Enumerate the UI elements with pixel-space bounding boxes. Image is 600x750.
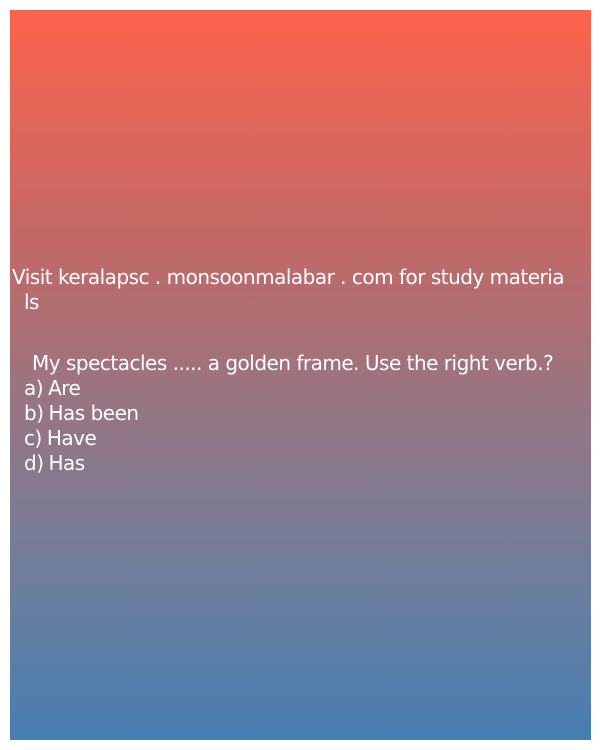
option-c[interactable]: c) Have <box>24 426 139 451</box>
answer-options: a) Are b) Has been c) Have d) Has <box>24 376 139 476</box>
option-d-label: d) <box>24 451 44 475</box>
promo-line-2: ls <box>24 290 39 314</box>
option-a-text: Are <box>48 376 81 400</box>
option-a-label: a) <box>24 376 44 400</box>
option-c-label: c) <box>24 426 42 450</box>
promo-line-1: Visit keralapsc . monsoonmalabar . com f… <box>12 265 565 289</box>
option-c-text: Have <box>46 426 97 450</box>
question-card: Visit keralapsc . monsoonmalabar . com f… <box>10 10 591 740</box>
question-text: My spectacles ..... a golden frame. Use … <box>32 351 554 375</box>
option-b-label: b) <box>24 401 44 425</box>
option-a[interactable]: a) Are <box>24 376 139 401</box>
option-d-text: Has <box>48 451 86 475</box>
option-b[interactable]: b) Has been <box>24 401 139 426</box>
option-b-text: Has been <box>48 401 140 425</box>
promo-text: Visit keralapsc . monsoonmalabar . com f… <box>12 265 591 315</box>
option-d[interactable]: d) Has <box>24 451 139 476</box>
